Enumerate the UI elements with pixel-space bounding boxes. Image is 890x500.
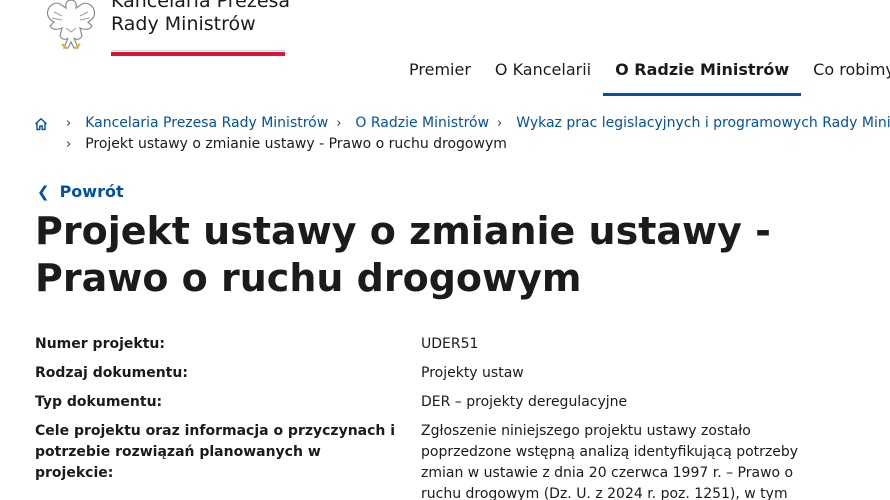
logo-flag-bar	[111, 50, 285, 56]
detail-label: Rodzaj dokumentu:	[35, 365, 188, 381]
nav-item-premier[interactable]: Premier	[397, 52, 483, 96]
detail-row-cele: Cele projektu oraz informacja o przyczyn…	[35, 421, 855, 500]
nav-item-o-kancelarii[interactable]: O Kancelarii	[483, 52, 603, 96]
back-link[interactable]: ❮ Powrót	[37, 182, 124, 201]
site-header: Kancelaria Prezesa Rady Ministrów Premie…	[0, 0, 890, 100]
detail-value: DER – projekty deregulacyjne	[421, 394, 628, 410]
detail-value: Zgłoszenie niniejszego projektu ustawy z…	[421, 423, 799, 500]
back-label: Powrót	[59, 182, 124, 201]
nav-item-co-robimy[interactable]: Co robimy	[801, 52, 890, 96]
detail-label: Typ dokumentu:	[35, 394, 163, 410]
breadcrumb-link-o-radzie[interactable]: O Radzie Ministrów	[355, 113, 489, 134]
chevron-right-icon: ›	[497, 116, 503, 131]
nav-item-o-radzie-ministrow[interactable]: O Radzie Ministrów	[603, 52, 802, 96]
eagle-emblem-icon[interactable]	[38, 0, 104, 58]
home-icon[interactable]	[34, 117, 48, 131]
page-title: Projekt ustawy o zmianie ustawy - Prawo …	[35, 209, 771, 300]
chevron-right-icon: ›	[66, 137, 72, 152]
project-details: Numer projektu: UDER51 Rodzaj dokumentu:…	[35, 334, 855, 500]
chevron-left-icon: ❮	[37, 182, 50, 201]
breadcrumb-link-wykaz[interactable]: Wykaz prac legislacyjnych i programowych…	[516, 113, 890, 134]
breadcrumb: › Kancelaria Prezesa Rady Ministrów › O …	[34, 113, 890, 155]
detail-value: UDER51	[421, 336, 479, 352]
detail-row-numer: Numer projektu: UDER51	[35, 334, 855, 355]
chevron-right-icon: ›	[66, 116, 72, 131]
logo-line-2: Rady Ministrów	[111, 13, 256, 35]
detail-row-typ: Typ dokumentu: DER – projekty deregulacy…	[35, 392, 855, 413]
detail-label: Numer projektu:	[35, 336, 165, 352]
breadcrumb-link-kprm[interactable]: Kancelaria Prezesa Rady Ministrów	[85, 113, 328, 134]
detail-value: Projekty ustaw	[421, 365, 524, 381]
main-nav: Premier O Kancelarii O Radzie Ministrów …	[397, 52, 890, 96]
detail-row-rodzaj: Rodzaj dokumentu: Projekty ustaw	[35, 363, 855, 384]
chevron-right-icon: ›	[336, 116, 342, 131]
breadcrumb-current: Projekt ustawy o zmianie ustawy - Prawo …	[85, 136, 507, 152]
logo-line-1: Kancelaria Prezesa	[111, 0, 291, 12]
site-logo-text[interactable]: Kancelaria Prezesa Rady Ministrów	[111, 0, 290, 36]
detail-label: Cele projektu oraz informacja o przyczyn…	[35, 423, 396, 481]
